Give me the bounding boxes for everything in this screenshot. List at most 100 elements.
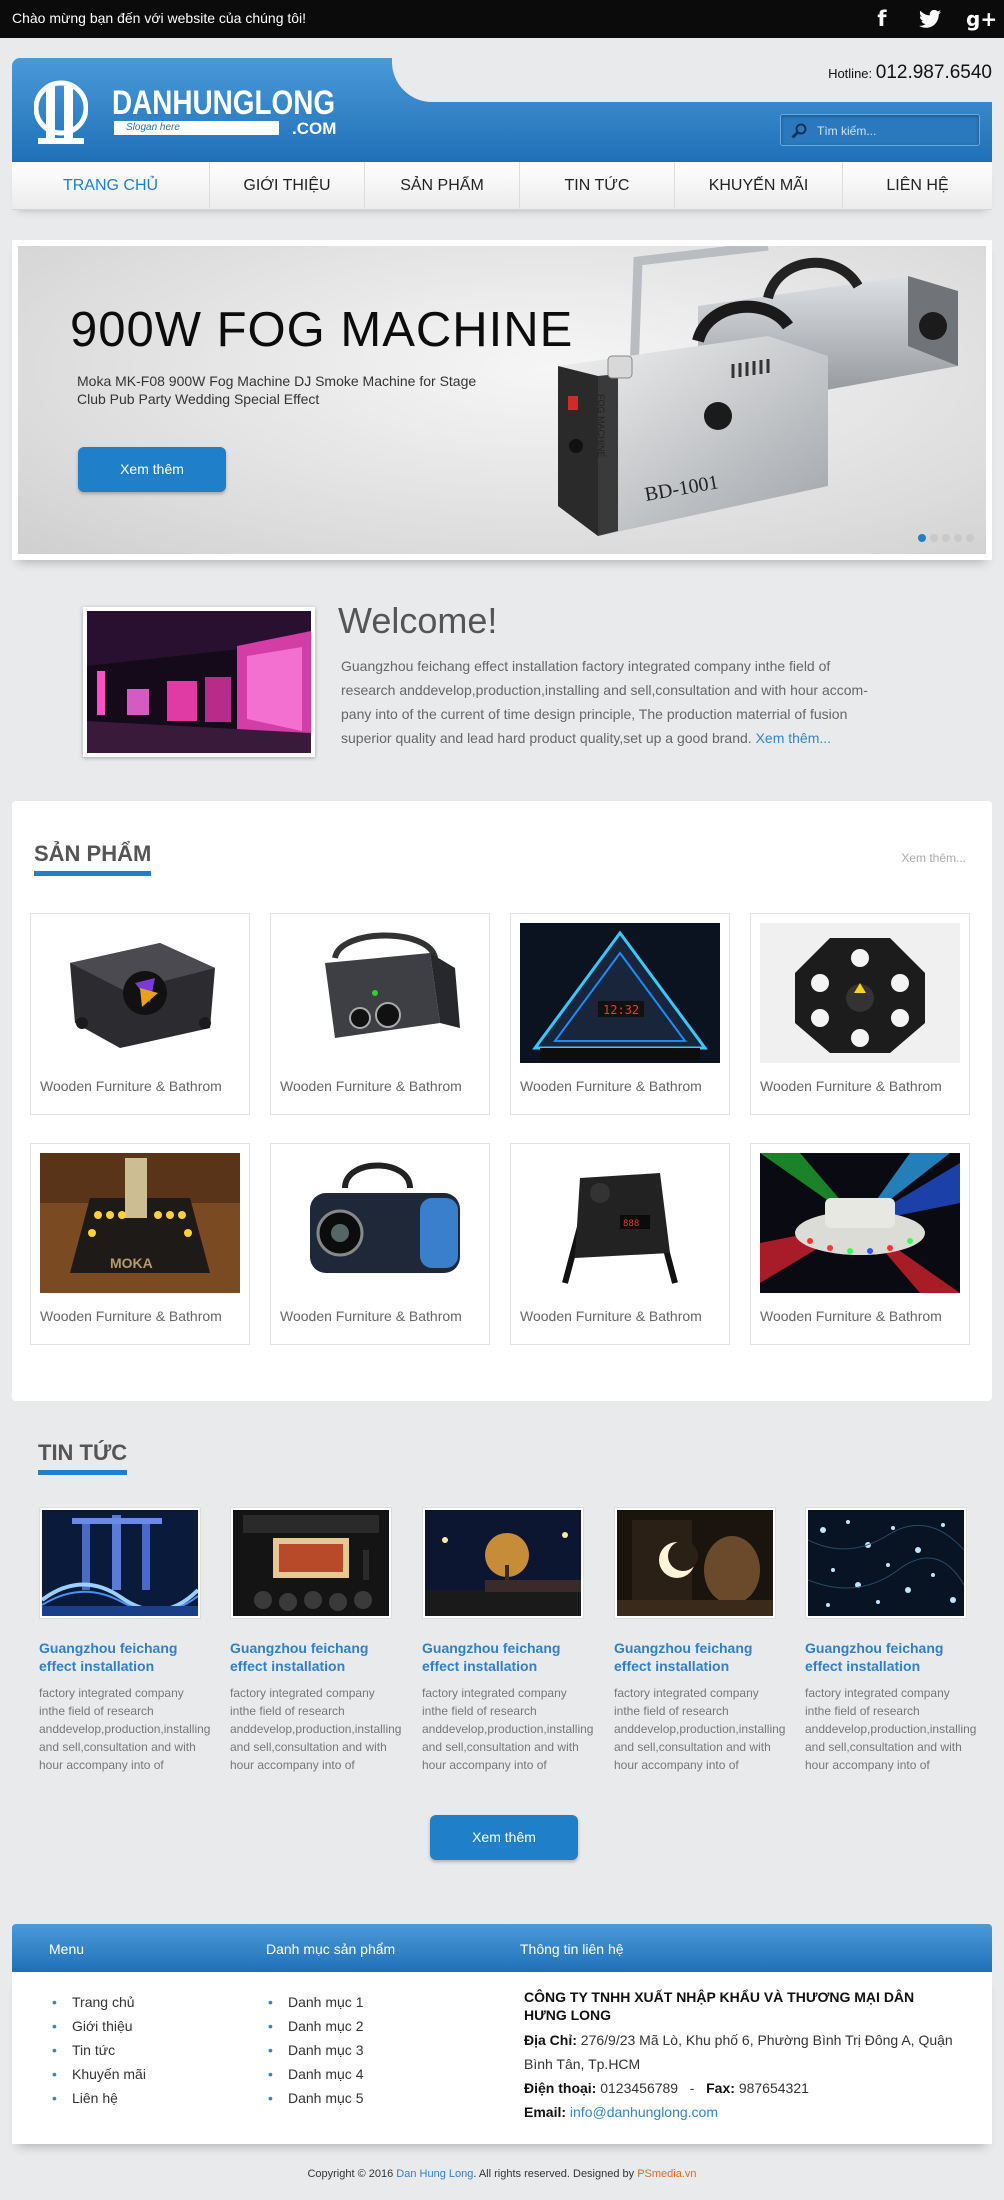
- copyright-middle: . All rights reserved. Designed by: [473, 2168, 635, 2180]
- logo-icon[interactable]: [34, 78, 88, 148]
- footer-menu-item[interactable]: Giới thiệu: [52, 2014, 146, 2038]
- news-title: TIN TỨC: [38, 1440, 128, 1475]
- nav-item-products[interactable]: SẢN PHẨM: [365, 162, 520, 210]
- footer-menu-item[interactable]: Khuyến mãi: [52, 2062, 146, 2086]
- address-label: Địa Chỉ:: [524, 2032, 577, 2048]
- product-card[interactable]: Wooden Furniture & Bathrom: [750, 1143, 970, 1345]
- footer-categories-title: Danh mục sản phẩm: [266, 1941, 396, 1957]
- search-icon[interactable]: [791, 123, 807, 139]
- address-value: 276/9/23 Mã Lò, Khu phố 6, Phường Bình T…: [524, 2032, 953, 2072]
- product-image: 888: [520, 1153, 720, 1293]
- company-address: Địa Chỉ: 276/9/23 Mã Lò, Khu phố 6, Phườ…: [524, 2028, 954, 2076]
- fax-value: 987654321: [738, 2080, 809, 2096]
- google-plus-icon[interactable]: g+: [966, 6, 997, 32]
- news-image: [422, 1507, 584, 1619]
- welcome-message: Chào mừng bạn đến với website của chúng …: [12, 10, 307, 26]
- product-name[interactable]: Wooden Furniture & Bathrom: [520, 1078, 702, 1094]
- footer-category-item[interactable]: Danh mục 2: [268, 2014, 363, 2038]
- footer-category-item[interactable]: Danh mục 5: [268, 2086, 363, 2110]
- product-card[interactable]: Wooden Furniture & Bathrom: [750, 913, 970, 1115]
- svg-text:12:32: 12:32: [603, 1003, 639, 1017]
- product-name[interactable]: Wooden Furniture & Bathrom: [520, 1308, 702, 1324]
- product-name[interactable]: Wooden Furniture & Bathrom: [760, 1078, 942, 1094]
- footer-category-item[interactable]: Danh mục 1: [268, 1990, 363, 2014]
- product-card[interactable]: Wooden Furniture & Bathrom: [270, 913, 490, 1115]
- products-section: SẢN PHẨM Xem thêm... Wooden Furniture & …: [12, 801, 992, 1401]
- footer-menu-item[interactable]: Liên hệ: [52, 2086, 146, 2110]
- news-item[interactable]: Guangzhou feichang effect installation f…: [230, 1507, 401, 1774]
- nav-item-home[interactable]: TRANG CHỦ: [12, 162, 210, 210]
- footer-categories-list: Danh mục 1 Danh mục 2 Danh mục 3 Danh mụ…: [268, 1990, 363, 2110]
- news-excerpt: factory integrated company inthe field o…: [422, 1686, 594, 1772]
- welcome-title: Welcome!: [338, 600, 498, 641]
- designer-link[interactable]: PSmedia.vn: [637, 2168, 696, 2180]
- email-link[interactable]: info@danhunglong.com: [570, 2104, 718, 2120]
- slider-dot[interactable]: [966, 534, 974, 542]
- logo-suffix: .COM: [292, 119, 337, 138]
- showroom-photo: [87, 611, 311, 753]
- news-title-link[interactable]: Guangzhou feichang effect installation: [614, 1639, 776, 1675]
- footer-menu-item[interactable]: Trang chủ: [52, 1990, 146, 2014]
- product-card[interactable]: 888 Wooden Furniture & Bathrom: [510, 1143, 730, 1345]
- logo-name[interactable]: DANHUNGLONG: [112, 84, 335, 123]
- product-name[interactable]: Wooden Furniture & Bathrom: [40, 1308, 222, 1324]
- footer-category-item[interactable]: Danh mục 3: [268, 2038, 363, 2062]
- nav-item-promotions[interactable]: KHUYẾN MÃI: [675, 162, 843, 210]
- hotline-tab: Hotline: 012.987.6540: [392, 58, 992, 102]
- product-name[interactable]: Wooden Furniture & Bathrom: [760, 1308, 942, 1324]
- copyright: Copyright © 2016 Dan Hung Long. All righ…: [0, 2168, 1004, 2180]
- slider-dot[interactable]: [954, 534, 962, 542]
- slide-description: Moka MK-F08 900W Fog Machine DJ Smoke Ma…: [77, 373, 477, 407]
- welcome-more-link[interactable]: Xem thêm...: [756, 730, 831, 746]
- news-title-link[interactable]: Guangzhou feichang effect installation: [422, 1639, 584, 1675]
- news-more-button[interactable]: Xem thêm: [430, 1815, 578, 1860]
- nav-item-contact[interactable]: LIÊN HỆ: [843, 162, 992, 210]
- news-title-link[interactable]: Guangzhou feichang effect installation: [39, 1639, 201, 1675]
- news-title-link[interactable]: Guangzhou feichang effect installation: [805, 1639, 967, 1675]
- welcome-text: Guangzhou feichang effect installation f…: [341, 654, 881, 750]
- hotline: Hotline: 012.987.6540: [828, 62, 992, 84]
- welcome-image: [83, 607, 315, 757]
- footer-menu-title: Menu: [49, 1941, 85, 1957]
- footer-contact: CÔNG TY TNHH XUẤT NHẬP KHẨU VÀ THƯƠNG MẠ…: [524, 1988, 954, 2124]
- news-excerpt: factory integrated company inthe field o…: [39, 1686, 211, 1772]
- news-item[interactable]: Guangzhou feichang effect installation f…: [805, 1507, 977, 1774]
- product-name[interactable]: Wooden Furniture & Bathrom: [280, 1078, 462, 1094]
- footer-contact-title: Thông tin liên hệ: [520, 1941, 624, 1957]
- slider-dot[interactable]: [942, 534, 950, 542]
- products-more-link[interactable]: Xem thêm...: [901, 851, 966, 865]
- product-image: [760, 923, 960, 1063]
- twitter-icon[interactable]: [916, 6, 944, 32]
- footer-menu-item[interactable]: Tin tức: [52, 2038, 146, 2062]
- slider-dot[interactable]: [918, 534, 926, 542]
- slide-more-button[interactable]: Xem thêm: [78, 447, 226, 492]
- news-title-link[interactable]: Guangzhou feichang effect installation: [230, 1639, 392, 1675]
- nav-item-about[interactable]: GIỚI THIỆU: [210, 162, 365, 210]
- logo-slogan: Slogan here: [114, 121, 279, 135]
- product-card[interactable]: Wooden Furniture & Bathrom: [30, 913, 250, 1115]
- product-name[interactable]: Wooden Furniture & Bathrom: [40, 1078, 222, 1094]
- footer-category-item[interactable]: Danh mục 4: [268, 2062, 363, 2086]
- slider-dots: [918, 534, 974, 542]
- footer-header: Menu Danh mục sản phẩm Thông tin liên hệ: [12, 1924, 992, 1972]
- news-excerpt: factory integrated company inthe field o…: [805, 1686, 977, 1772]
- fog-machine-image: FOG MACHINE BD-1001: [558, 246, 958, 536]
- nav-item-news[interactable]: TIN TỨC: [520, 162, 675, 210]
- copyright-brand-link[interactable]: Dan Hung Long: [396, 2168, 473, 2180]
- company-name: CÔNG TY TNHH XUẤT NHẬP KHẨU VÀ THƯƠNG MẠ…: [524, 1989, 915, 2023]
- product-image: MOKA: [40, 1153, 240, 1293]
- product-card[interactable]: MOKA Wooden Furniture & Bathrom: [30, 1143, 250, 1345]
- copyright-prefix: Copyright © 2016: [307, 2168, 394, 2180]
- search-input[interactable]: [817, 121, 972, 141]
- news-item[interactable]: Guangzhou feichang effect installation f…: [614, 1507, 785, 1774]
- product-name[interactable]: Wooden Furniture & Bathrom: [280, 1308, 462, 1324]
- slider-dot[interactable]: [930, 534, 938, 542]
- news-item[interactable]: Guangzhou feichang effect installation f…: [39, 1507, 211, 1774]
- header: Hotline: 012.987.6540 DANHUNGLONG Slogan…: [12, 58, 992, 162]
- footer-body: Trang chủ Giới thiệu Tin tức Khuyến mãi …: [12, 1972, 992, 2144]
- product-card[interactable]: Wooden Furniture & Bathrom: [270, 1143, 490, 1345]
- product-card[interactable]: 12:32 Wooden Furniture & Bathrom: [510, 913, 730, 1115]
- phone-label: Điện thoại:: [524, 2080, 597, 2096]
- news-item[interactable]: Guangzhou feichang effect installation f…: [422, 1507, 594, 1774]
- facebook-icon[interactable]: f: [868, 6, 896, 32]
